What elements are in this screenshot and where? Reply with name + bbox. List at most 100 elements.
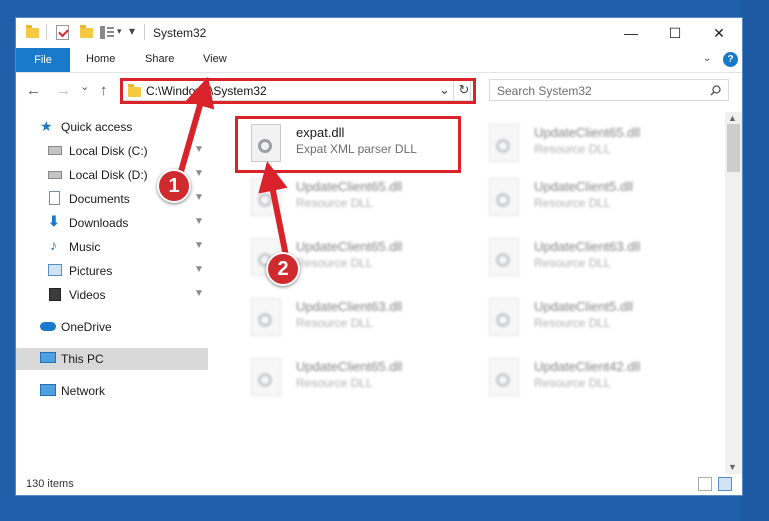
sidebar-item-label: OneDrive (61, 320, 112, 334)
file-item[interactable]: UpdateClient42.dll Resource DLL (476, 352, 706, 402)
file-description: Resource DLL (296, 376, 373, 390)
pin-icon[interactable]: ▼ (194, 216, 204, 227)
sidebar-item-label: Local Disk (C:) (69, 144, 148, 158)
drive-icon (48, 146, 62, 155)
pin-icon[interactable]: ▼ (194, 192, 204, 203)
music-icon: ♪ (50, 237, 57, 253)
properties-icon[interactable] (56, 25, 69, 40)
search-icon[interactable] (710, 85, 721, 96)
tab-share[interactable]: Share (145, 53, 174, 65)
file-description: Resource DLL (534, 376, 611, 390)
navigation-bar: ← → ⌄ ↑ C:\Windows\System32 ⌄ ↻ Search S… (16, 74, 742, 108)
dll-file-icon (251, 178, 281, 216)
forward-button[interactable]: → (56, 82, 71, 99)
sidebar-item-music[interactable]: ♪ Music ▼ (16, 236, 208, 258)
pin-icon[interactable]: ▼ (194, 264, 204, 275)
search-box[interactable]: Search System32 (489, 79, 729, 101)
videos-icon (49, 288, 61, 301)
dll-file-icon (489, 124, 519, 162)
sidebar-item-label: Quick access (61, 120, 133, 134)
pin-icon[interactable]: ▼ (194, 240, 204, 251)
file-item[interactable]: UpdateClient5.dll Resource DLL (476, 172, 706, 222)
dll-file-icon (251, 298, 281, 336)
file-highlight-box (235, 116, 461, 173)
recent-locations-button[interactable]: ⌄ (80, 80, 89, 93)
tab-file[interactable]: File (16, 48, 70, 72)
new-folder-icon[interactable] (80, 25, 93, 39)
item-count: 130 items (26, 478, 74, 490)
sidebar-item-videos[interactable]: Videos ▼ (16, 284, 208, 306)
file-item[interactable]: UpdateClient65.dll Resource DLL (238, 352, 468, 402)
step-badge-1: 1 (157, 169, 191, 203)
details-view-icon[interactable] (698, 477, 712, 491)
dll-file-icon (251, 358, 281, 396)
pictures-icon (48, 264, 62, 276)
file-name: UpdateClient42.dll (534, 359, 641, 374)
download-icon: ⬇ (48, 213, 60, 229)
tab-view[interactable]: View (203, 53, 227, 65)
ribbon-tabs: File Home Share View ⌄ ? (16, 48, 742, 73)
tab-home[interactable]: Home (86, 53, 115, 65)
layout-icon[interactable] (100, 26, 114, 39)
help-icon[interactable]: ? (723, 52, 738, 67)
sidebar-item-local-disk-c[interactable]: Local Disk (C:) ▼ (16, 140, 208, 162)
folder-icon (26, 25, 39, 39)
dll-file-icon (489, 358, 519, 396)
title-bar: ▾ ▾ System32 — ☐ ✕ (16, 18, 742, 48)
sidebar-item-pictures[interactable]: Pictures ▼ (16, 260, 208, 282)
explorer-window: ▾ ▾ System32 — ☐ ✕ File Home Share View … (15, 17, 743, 496)
file-item[interactable]: UpdateClient5.dll Resource DLL (476, 292, 706, 342)
file-name: UpdateClient65.dll (296, 359, 403, 374)
customize-toolbar-chevron-icon[interactable]: ▾ (117, 26, 122, 37)
file-name: UpdateClient63.dll (534, 239, 641, 254)
computer-icon (40, 352, 56, 363)
file-item[interactable]: UpdateClient63.dll Resource DLL (476, 232, 706, 282)
sidebar-item-onedrive[interactable]: OneDrive (16, 316, 208, 338)
status-bar: 130 items (16, 474, 742, 495)
vertical-scrollbar[interactable]: ▲ ▼ (725, 112, 742, 474)
pin-icon[interactable]: ▼ (194, 288, 204, 299)
navigation-pane: ★ Quick access Local Disk (C:) ▼ Local D… (16, 112, 211, 474)
file-name: UpdateClient65.dll (296, 179, 403, 194)
back-button[interactable]: ← (26, 82, 41, 99)
pin-icon[interactable]: ▼ (194, 144, 204, 155)
sidebar-item-label: Downloads (69, 216, 129, 230)
scroll-up-icon[interactable]: ▲ (728, 113, 737, 123)
pin-icon[interactable]: ▼ (194, 168, 204, 179)
window-title: System32 (153, 26, 207, 40)
sidebar-item-downloads[interactable]: ⬇ Downloads ▼ (16, 212, 208, 234)
drive-icon (48, 171, 62, 179)
file-name: UpdateClient5.dll (534, 179, 634, 194)
file-item[interactable]: UpdateClient63.dll Resource DLL (238, 292, 468, 342)
up-button[interactable]: ↑ (100, 82, 108, 99)
star-icon: ★ (40, 118, 53, 134)
close-button[interactable]: ✕ (697, 18, 741, 48)
documents-icon (49, 191, 60, 205)
minimize-button[interactable]: — (609, 18, 653, 48)
step-badge-2: 2 (266, 252, 300, 286)
sidebar-item-label: Local Disk (D:) (69, 168, 148, 182)
dll-file-icon (489, 178, 519, 216)
file-name: UpdateClient65.dll (296, 239, 403, 254)
file-description: Resource DLL (296, 256, 373, 270)
scrollbar-thumb[interactable] (727, 124, 740, 172)
expand-ribbon-icon[interactable]: ⌄ (703, 53, 711, 64)
dll-file-icon (489, 238, 519, 276)
sidebar-item-network[interactable]: Network (16, 380, 208, 402)
toolbar-dropdown-icon[interactable]: ▾ (129, 24, 135, 38)
sidebar-item-label: This PC (61, 352, 104, 366)
sidebar-item-quick-access[interactable]: ★ Quick access (16, 116, 208, 138)
large-icons-view-icon[interactable] (718, 477, 732, 491)
search-input[interactable]: Search System32 (497, 84, 592, 98)
file-description: Resource DLL (534, 256, 611, 270)
sidebar-item-this-pc[interactable]: This PC (16, 348, 208, 370)
scroll-down-icon[interactable]: ▼ (728, 462, 737, 472)
desktop-background (740, 0, 769, 521)
file-item[interactable]: UpdateClient65.dll Resource DLL (238, 172, 468, 222)
maximize-button[interactable]: ☐ (653, 18, 697, 48)
address-highlight-box (120, 78, 476, 104)
file-description: Resource DLL (296, 316, 373, 330)
file-item[interactable]: UpdateClient65.dll Resource DLL (476, 118, 706, 168)
divider (144, 24, 145, 40)
dll-file-icon (489, 298, 519, 336)
